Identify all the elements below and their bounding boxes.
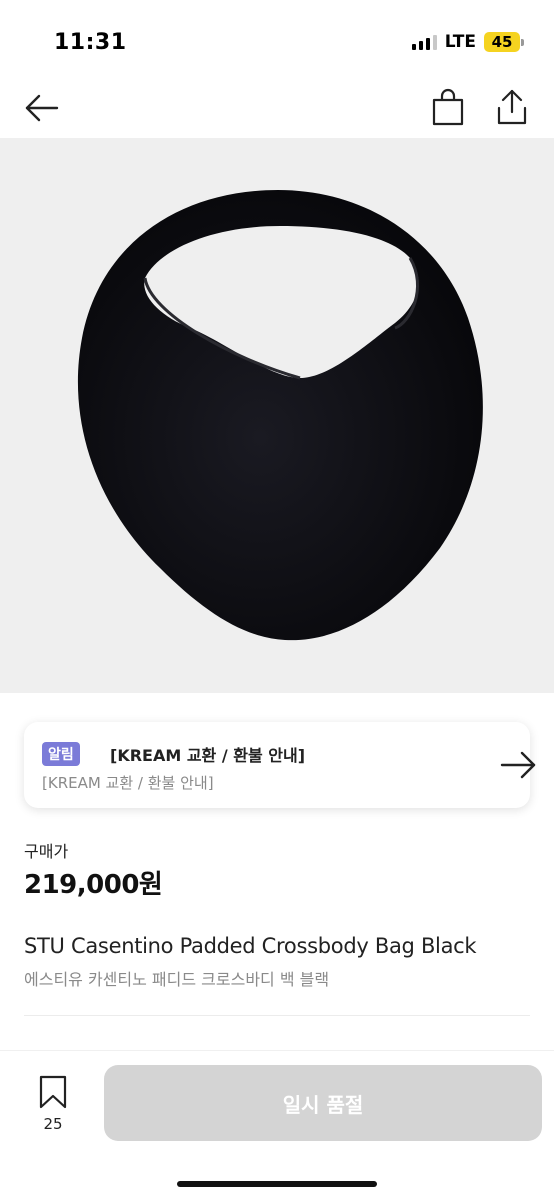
network-type: LTE — [444, 32, 476, 52]
wish-count: 25 — [43, 1115, 63, 1133]
status-time: 11:31 — [54, 30, 127, 55]
price-value: 219,000원 — [24, 870, 163, 900]
home-indicator — [177, 1181, 377, 1187]
top-nav — [0, 82, 554, 136]
divider — [24, 1015, 530, 1016]
sold-out-button[interactable]: 일시 품절 — [104, 1065, 542, 1141]
wish-button[interactable]: 25 — [30, 1075, 76, 1135]
product-name-en: STU Casentino Padded Crossbody Bag Black — [24, 934, 477, 958]
back-button[interactable] — [22, 90, 62, 126]
bag-illustration — [77, 190, 483, 641]
notice-subtitle: [KREAM 교환 / 환불 안내] — [42, 774, 214, 792]
arrow-right-icon — [500, 751, 536, 779]
status-indicators: LTE 45 — [411, 32, 524, 52]
cart-button[interactable] — [430, 88, 466, 126]
battery-icon: 45 — [484, 32, 524, 52]
signal-icon — [411, 34, 437, 50]
bookmark-icon — [39, 1075, 67, 1109]
status-bar: 11:31 LTE 45 — [0, 0, 554, 80]
shopping-bag-icon — [432, 88, 464, 126]
exchange-refund-notice[interactable]: 알림 [KREAM 교환 / 환불 안내] [KREAM 교환 / 환불 안내] — [24, 722, 536, 808]
notice-badge: 알림 — [42, 742, 80, 766]
notice-title: [KREAM 교환 / 환불 안내] — [110, 746, 306, 765]
share-icon — [497, 89, 527, 125]
price-label: 구매가 — [24, 842, 69, 861]
arrow-left-icon — [25, 94, 59, 122]
share-button[interactable] — [494, 88, 530, 126]
product-name-ko: 에스티유 카센티노 패디드 크로스바디 백 블랙 — [24, 970, 330, 989]
battery-level: 45 — [484, 32, 520, 52]
product-image[interactable] — [0, 138, 554, 693]
bottom-action-bar: 25 일시 품절 — [0, 1050, 554, 1200]
